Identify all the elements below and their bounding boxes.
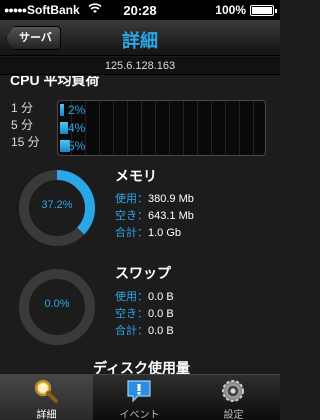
swap-section-title: スワップ [115, 265, 171, 281]
memory-total-row: 合計：1.0 Gb [115, 225, 194, 242]
cpu-interval-labels: 1 分 5 分 15 分 [11, 100, 40, 151]
swap-free-label: 空き [115, 308, 137, 320]
memory-total-value: 1.0 Gb [148, 227, 182, 239]
memory-free-value: 643.1 Mb [148, 210, 194, 222]
memory-section-title: メモリ [115, 168, 157, 184]
swap-percent: 0.0% [44, 298, 70, 310]
swap-free-row: 空き：0.0 B [115, 306, 174, 323]
tab-events-label: イベント [119, 410, 160, 420]
memory-used-value: 380.9 Mb [148, 193, 194, 205]
memory-used-row: 使用：380.9 Mb [115, 191, 194, 208]
battery-percent: 100% [215, 3, 246, 17]
status-bar: ●●●●● SoftBank 20:28 100% [0, 0, 280, 20]
memory-donut-chart: 37.2% [17, 168, 97, 248]
swap-used-label: 使用 [115, 291, 137, 303]
cpu-label-1min: 1 分 [11, 101, 34, 115]
cpu-section-title: CPU 平均負荷 [10, 76, 100, 88]
cpu-value-15min: 5% [68, 139, 86, 153]
tab-detail-label: 詳細 [36, 410, 57, 420]
tab-events[interactable]: イベント [93, 375, 186, 420]
swap-free-value: 0.0 B [148, 308, 174, 320]
cpu-bar-1min [60, 104, 65, 116]
detail-scroll-view[interactable]: CPU 平均負荷 1 分 5 分 15 分 2% 4% 5% 37.2% メモリ… [0, 76, 280, 374]
swap-donut-chart: 0.0% [17, 267, 97, 347]
memory-total-label: 合計 [115, 227, 137, 239]
swap-total-value: 0.0 B [148, 325, 174, 337]
swap-total-row: 合計：0.0 B [115, 323, 174, 340]
cpu-bar-5min [60, 122, 69, 134]
disk-section-title: ディスク使用量 [93, 360, 191, 374]
magnifier-icon [33, 378, 59, 404]
gear-icon [220, 378, 246, 404]
cpu-value-1min: 2% [68, 103, 86, 117]
memory-free-label: 空き [115, 210, 137, 222]
cpu-label-15min: 15 分 [11, 135, 40, 149]
memory-used-label: 使用 [115, 193, 137, 205]
cpu-value-5min: 4% [68, 121, 86, 135]
swap-total-label: 合計 [115, 325, 137, 337]
memory-percent: 37.2% [41, 199, 73, 211]
server-ip-address: 125.6.128.163 [0, 57, 280, 75]
memory-stats: 使用：380.9 Mb 空き：643.1 Mb 合計：1.0 Gb [115, 191, 194, 242]
alert-bubble-icon [126, 378, 152, 404]
memory-free-row: 空き：643.1 Mb [115, 208, 194, 225]
tab-settings-label: 設定 [223, 410, 244, 420]
tab-settings[interactable]: 設定 [187, 375, 280, 420]
swap-used-value: 0.0 B [148, 291, 174, 303]
tab-bar: 詳細 イベント 設定 [0, 374, 280, 420]
cpu-label-5min: 5 分 [11, 118, 34, 132]
battery-icon [250, 5, 277, 16]
navigation-bar: サーバ 詳細 [0, 20, 280, 56]
swap-used-row: 使用：0.0 B [115, 289, 174, 306]
tab-detail[interactable]: 詳細 [0, 375, 93, 420]
cpu-load-chart: 2% 4% 5% [57, 100, 266, 156]
page-title: 詳細 [122, 31, 158, 51]
swap-stats: 使用：0.0 B 空き：0.0 B 合計：0.0 B [115, 289, 174, 340]
